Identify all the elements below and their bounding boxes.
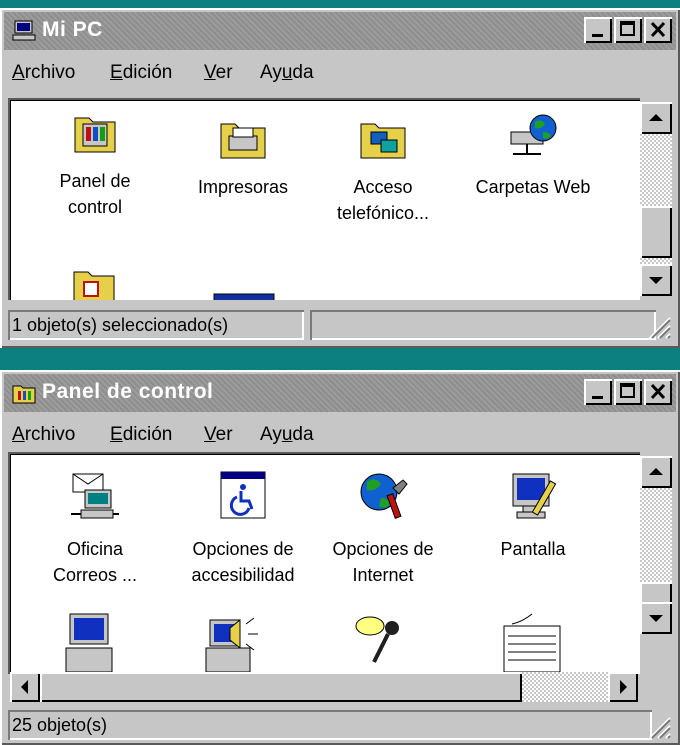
- item-opciones-accesibilidad[interactable]: Opciones de accesibilidad: [178, 470, 308, 588]
- status-bar: 1 objeto(s) seleccionado(s): [4, 306, 676, 342]
- scroll-down-button[interactable]: [640, 264, 672, 296]
- drive-icon: [213, 293, 275, 300]
- scroll-up-button[interactable]: [640, 102, 672, 134]
- arrow-up-icon: [649, 114, 663, 121]
- dialup-folder-icon: [360, 123, 406, 159]
- scroll-up-button[interactable]: [640, 456, 672, 488]
- item-label-line1: Carpetas Web: [475, 177, 591, 197]
- status-text: 25 objeto(s): [12, 715, 108, 735]
- item-label-line2: control: [67, 197, 123, 217]
- close-icon: [650, 383, 666, 400]
- resize-grip-icon[interactable]: [646, 314, 672, 340]
- control-panel-icon: [12, 385, 36, 404]
- computer-icon: [12, 20, 36, 41]
- menu-bar: Archivo Edición Ver Ayuda: [4, 52, 676, 92]
- scroll-left-button[interactable]: [10, 672, 40, 702]
- item-label-line1: Acceso: [353, 177, 413, 197]
- network-mail-icon: [71, 473, 119, 519]
- title-bar[interactable]: Mi PC: [4, 12, 676, 50]
- scroll-right-button[interactable]: [608, 672, 638, 702]
- arrow-up-icon: [649, 468, 663, 475]
- item-label-line2: accesibilidad: [191, 565, 295, 585]
- status-pane-secondary: [310, 310, 656, 340]
- window-title: Mi PC: [42, 18, 103, 41]
- vertical-scrollbar[interactable]: [640, 456, 672, 634]
- computer-icon: [65, 613, 113, 673]
- file-view[interactable]: Panel de control Impresoras Acceso telef…: [8, 98, 640, 300]
- menu-ayuda[interactable]: Ayuda: [260, 62, 314, 84]
- menu-archivo[interactable]: Archivo: [12, 62, 75, 84]
- arrow-left-icon: [21, 680, 28, 694]
- scroll-down-button[interactable]: [640, 602, 672, 634]
- keyboard-icon: [503, 613, 561, 673]
- item-label-line1: Opciones de: [192, 539, 294, 559]
- minimize-button[interactable]: [584, 17, 612, 43]
- item-label-line2: telefónico...: [336, 203, 430, 223]
- item-opciones-internet[interactable]: Opciones de Internet: [318, 470, 448, 588]
- display-icon: [512, 473, 557, 519]
- panel-de-control-window: Panel de control Archivo Edición Ver Ayu…: [0, 370, 680, 745]
- item-label-line1: Oficina: [66, 539, 124, 559]
- maximize-button[interactable]: [614, 17, 642, 43]
- status-pane-main: 25 objeto(s): [8, 710, 652, 740]
- item-label-line1: Panel de: [59, 171, 131, 191]
- status-pane-main: 1 objeto(s) seleccionado(s): [8, 310, 304, 340]
- menu-edicion[interactable]: Edición: [110, 62, 172, 84]
- item-label-line1: Opciones de: [332, 539, 434, 559]
- maximize-button[interactable]: [614, 379, 642, 405]
- menu-ayuda[interactable]: Ayuda: [260, 424, 314, 446]
- menu-archivo[interactable]: Archivo: [12, 424, 75, 446]
- item-label-line1: Impresoras: [197, 177, 289, 197]
- close-button[interactable]: [644, 17, 672, 43]
- item-carpetas-web[interactable]: Carpetas Web: [468, 112, 598, 200]
- speaker-icon: [205, 617, 258, 673]
- close-icon: [650, 21, 666, 38]
- window-title: Panel de control: [42, 380, 214, 403]
- web-folders-icon: [510, 114, 557, 155]
- menu-bar: Archivo Edición Ver Ayuda: [4, 414, 676, 454]
- item-panel-de-control[interactable]: Panel de control: [30, 110, 160, 220]
- accessibility-icon: [220, 471, 266, 519]
- menu-ver[interactable]: Ver: [204, 424, 233, 446]
- folder-icon: [73, 271, 115, 300]
- control-panel-view[interactable]: Oficina Correos ... Opciones de accesibi…: [8, 452, 640, 674]
- minimize-icon: [592, 34, 603, 37]
- resize-grip-icon[interactable]: [646, 714, 672, 740]
- arrow-down-icon: [649, 277, 663, 284]
- horizontal-scrollbar[interactable]: [10, 672, 638, 702]
- minimize-button[interactable]: [584, 379, 612, 405]
- menu-ver[interactable]: Ver: [204, 62, 233, 84]
- item-oficina-correos[interactable]: Oficina Correos ...: [30, 470, 160, 588]
- close-button[interactable]: [644, 379, 672, 405]
- vertical-scrollbar[interactable]: [640, 102, 672, 296]
- minimize-icon: [592, 396, 603, 399]
- item-label-line2: Correos ...: [52, 565, 138, 585]
- mi-pc-window: Mi PC Archivo Edición Ver Ayuda Panel de: [0, 8, 680, 348]
- item-pantalla[interactable]: Pantalla: [468, 470, 598, 562]
- scroll-thumb-horizontal[interactable]: [40, 672, 522, 702]
- maximize-icon: [620, 383, 635, 398]
- item-acceso-telefonico[interactable]: Acceso telefónico...: [318, 118, 448, 226]
- menu-edicion[interactable]: Edición: [110, 424, 172, 446]
- title-bar[interactable]: Panel de control: [4, 374, 676, 412]
- maximize-icon: [620, 21, 635, 36]
- status-text: 1 objeto(s) seleccionado(s): [12, 315, 229, 335]
- item-label-line1: Pantalla: [500, 539, 566, 559]
- scroll-thumb[interactable]: [640, 206, 672, 258]
- arrow-down-icon: [649, 615, 663, 622]
- microphone-icon: [355, 616, 399, 663]
- item-label-line2: Internet: [352, 565, 414, 585]
- folder-control-panel-icon: [74, 117, 116, 153]
- status-bar: 25 objeto(s): [4, 706, 676, 742]
- arrow-right-icon: [620, 680, 627, 694]
- internet-options-icon: [360, 473, 408, 519]
- printer-folder-icon: [220, 123, 266, 159]
- item-impresoras[interactable]: Impresoras: [178, 118, 308, 200]
